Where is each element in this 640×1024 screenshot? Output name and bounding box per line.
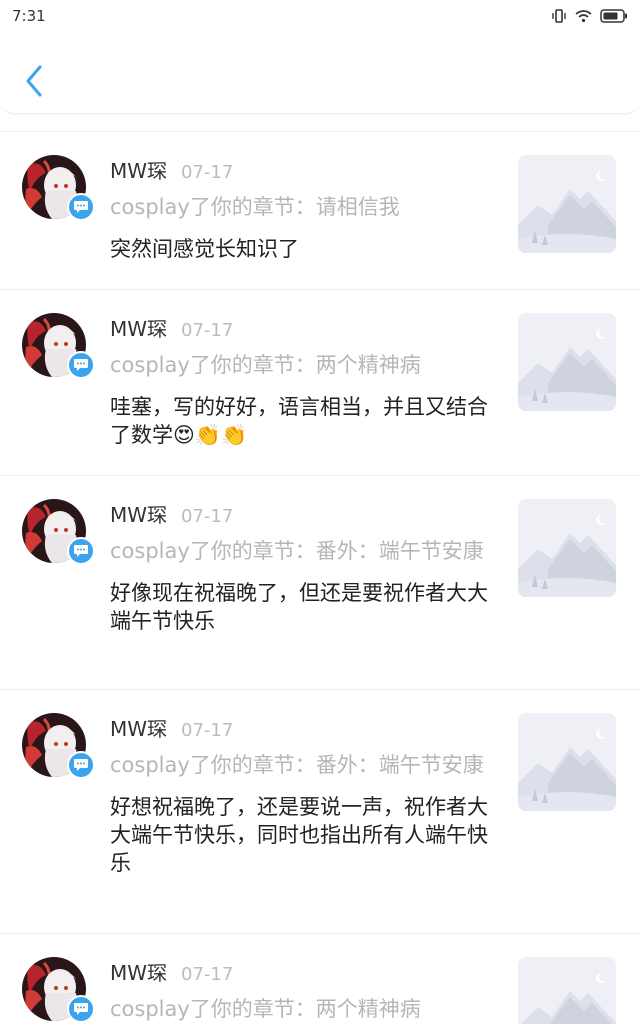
top-nav-bar [0, 34, 640, 114]
notification-list: MW琛 07-17 cosplay了你的章节：请相信我 突然间感觉长知识了 MW… [0, 131, 640, 1024]
image-placeholder-icon [518, 957, 616, 1024]
avatar[interactable] [22, 713, 95, 779]
avatar[interactable] [22, 499, 95, 565]
notification-item[interactable]: MW琛 07-17 cosplay了你的章节：番外：端午节安康 好像现在祝福晚了… [0, 476, 640, 690]
status-time: 7:31 [12, 7, 46, 25]
notification-item[interactable]: MW琛 07-17 cosplay了你的章节：两个精神病 [0, 934, 640, 1024]
chapter-thumbnail[interactable] [518, 155, 616, 253]
chapter-thumbnail[interactable] [518, 957, 616, 1024]
chat-bubble-icon [74, 1003, 88, 1015]
image-placeholder-icon [518, 313, 616, 411]
username[interactable]: MW琛 [110, 499, 167, 528]
emoji-group: 😍👏👏 [173, 423, 248, 447]
chat-bubble-icon [74, 759, 88, 771]
comment-text: 突然间感觉长知识了 [110, 237, 299, 261]
battery-icon [600, 9, 628, 23]
vibrate-icon [551, 8, 567, 24]
chapter-thumbnail[interactable] [518, 499, 616, 597]
chat-bubble-icon [74, 359, 88, 371]
username[interactable]: MW琛 [110, 713, 167, 742]
wifi-icon [575, 9, 592, 23]
notification-item[interactable]: MW琛 07-17 cosplay了你的章节：请相信我 突然间感觉长知识了 [0, 132, 640, 290]
avatar[interactable] [22, 957, 95, 1023]
date: 07-17 [181, 964, 234, 985]
date: 07-17 [181, 320, 234, 341]
image-placeholder-icon [518, 713, 616, 811]
comment-badge [67, 351, 95, 379]
comment-badge [67, 537, 95, 565]
chapter-thumbnail[interactable] [518, 313, 616, 411]
username[interactable]: MW琛 [110, 313, 167, 342]
username[interactable]: MW琛 [110, 155, 167, 184]
action-text[interactable]: cosplay了你的章节：番外：端午节安康 [110, 537, 490, 565]
avatar[interactable] [22, 313, 95, 379]
notification-content: MW琛 07-17 cosplay了你的章节：请相信我 突然间感觉长知识了 [110, 155, 490, 263]
status-icons [551, 8, 628, 24]
action-text[interactable]: cosplay了你的章节：两个精神病 [110, 995, 490, 1023]
avatar[interactable] [22, 155, 95, 221]
notification-content: MW琛 07-17 cosplay了你的章节：番外：端午节安康 好想祝福晚了，还… [110, 713, 490, 877]
username[interactable]: MW琛 [110, 957, 167, 986]
status-bar: 7:31 [0, 0, 640, 34]
comment-badge [67, 995, 95, 1023]
notification-item[interactable]: MW琛 07-17 cosplay了你的章节：番外：端午节安康 好想祝福晚了，还… [0, 690, 640, 934]
notification-content: MW琛 07-17 cosplay了你的章节：两个精神病 [110, 957, 490, 1024]
comment-badge [67, 751, 95, 779]
comment-text: 好想祝福晚了，还是要说一声，祝作者大大端午节快乐，同时也指出所有人端午快乐 [110, 795, 488, 875]
action-text[interactable]: cosplay了你的章节：两个精神病 [110, 351, 490, 379]
back-button[interactable] [18, 62, 52, 102]
image-placeholder-icon [518, 155, 616, 253]
notification-content: MW琛 07-17 cosplay了你的章节：两个精神病 哇塞，写的好好，语言相… [110, 313, 490, 449]
date: 07-17 [181, 162, 234, 183]
chevron-left-icon [26, 65, 42, 97]
chat-bubble-icon [74, 201, 88, 213]
chapter-thumbnail[interactable] [518, 713, 616, 811]
comment-text: 哇塞，写的好好，语言相当，并且又结合了数学😍👏👏 [110, 395, 488, 447]
action-text[interactable]: cosplay了你的章节：番外：端午节安康 [110, 751, 490, 779]
image-placeholder-icon [518, 499, 616, 597]
notification-content: MW琛 07-17 cosplay了你的章节：番外：端午节安康 好像现在祝福晚了… [110, 499, 490, 635]
chat-bubble-icon [74, 545, 88, 557]
comment-badge [67, 193, 95, 221]
date: 07-17 [181, 506, 234, 527]
notification-item[interactable]: MW琛 07-17 cosplay了你的章节：两个精神病 哇塞，写的好好，语言相… [0, 290, 640, 476]
date: 07-17 [181, 720, 234, 741]
comment-text: 好像现在祝福晚了，但还是要祝作者大大端午节快乐 [110, 581, 488, 633]
action-text[interactable]: cosplay了你的章节：请相信我 [110, 193, 490, 221]
